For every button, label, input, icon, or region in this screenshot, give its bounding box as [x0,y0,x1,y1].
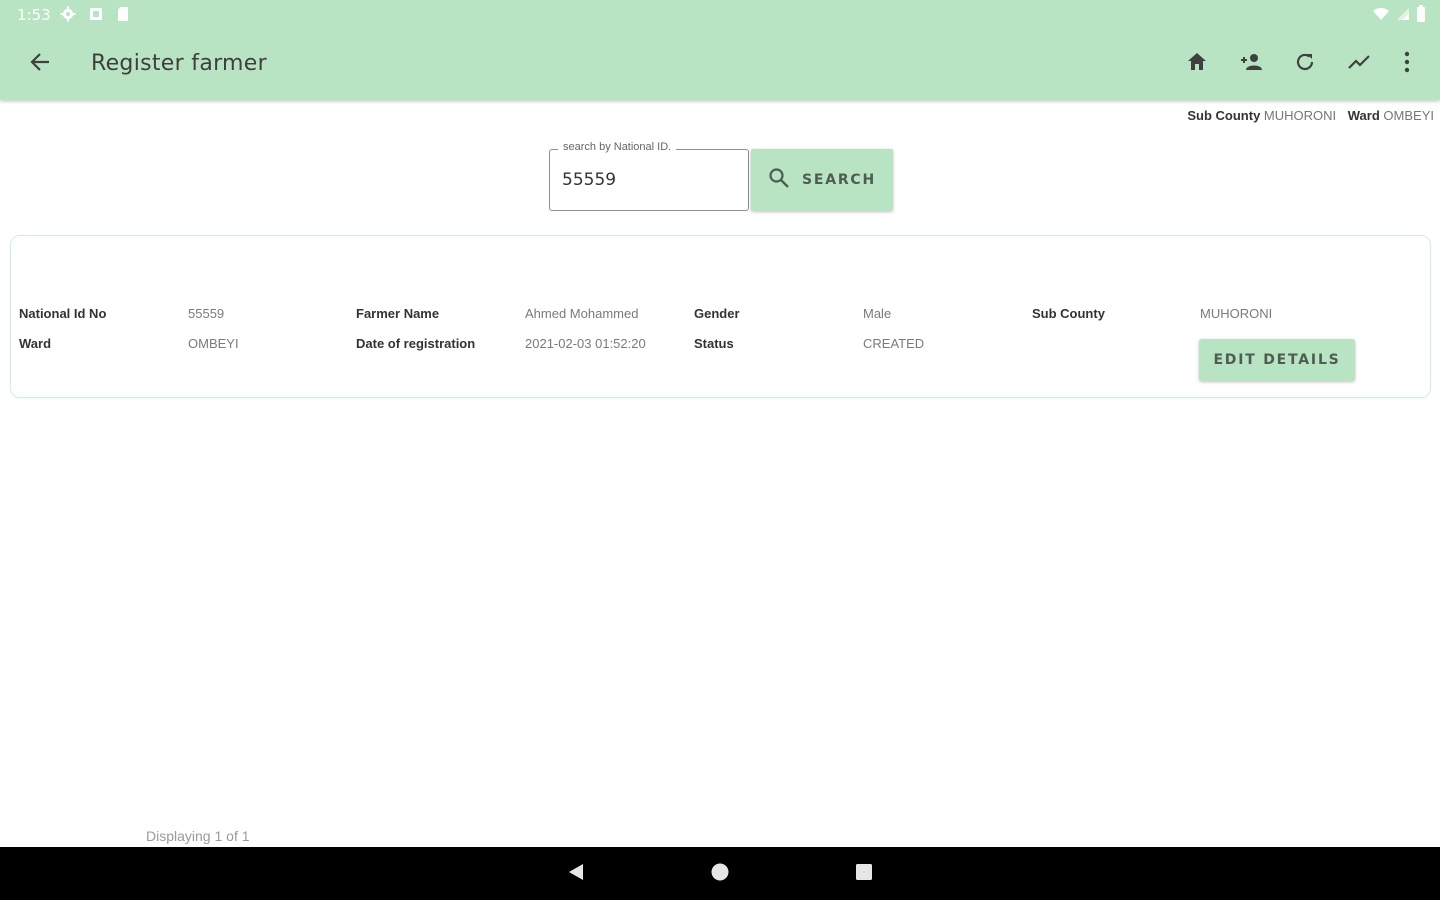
refresh-button[interactable] [1289,48,1321,80]
status-right-icons [1372,5,1426,28]
edit-details-button[interactable]: EDIT DETAILS [1199,339,1355,381]
home-icon [1185,50,1209,79]
pager-text: Displaying 1 of 1 [146,828,250,844]
edit-details-label: EDIT DETAILS [1213,352,1341,368]
farmer-name-label: Farmer Name [356,306,440,321]
signal-icon [1396,6,1410,27]
farmer-name-value: Ahmed Mohammed [525,306,639,321]
add-person-icon [1238,50,1264,79]
more-options-button[interactable] [1391,48,1423,80]
search-field-label: search by National ID. [558,141,677,153]
home-button[interactable] [1181,48,1213,80]
national-id-label: National Id No [19,306,107,321]
back-triangle-icon [566,862,586,887]
gender-label: Gender [694,306,740,321]
status-value: CREATED [863,336,925,351]
search-icon [768,167,790,194]
location-sub-county-value: MUHORONI [1263,108,1337,123]
location-ward-label: Ward [1347,108,1380,123]
wifi-icon [1372,6,1390,27]
trending-icon [1347,50,1371,79]
recents-square-icon [854,862,874,887]
nav-back-button[interactable] [563,861,589,887]
registration-date-value: 2021-02-03 01:52:20 [525,336,646,351]
arrow-back-icon [29,51,51,78]
national-id-value: 55559 [188,306,225,321]
sub-county-value: MUHORONI [1200,306,1273,321]
status-bar: 1:53 [0,0,1440,28]
sub-county-label: Sub County [1032,306,1105,321]
search-button-label: SEARCH [801,172,877,188]
refresh-icon [1293,50,1317,79]
location-ward-value: OMBEYI [1383,108,1434,123]
status-label: Status [694,336,734,351]
farmer-card: National Id No 55559 Farmer Name Ahmed M… [10,235,1431,398]
page-title: Register farmer [91,51,267,76]
add-farmer-button[interactable] [1235,48,1267,80]
settings-icon [60,6,76,22]
search-field[interactable]: search by National ID. [549,141,749,211]
ward-label: Ward [19,336,52,351]
home-circle-icon [710,862,730,887]
app-bar: Register farmer [0,28,1440,100]
search-input[interactable] [562,170,738,190]
top-bar: 1:53 Register farmer [0,0,1440,100]
ward-value: OMBEYI [188,336,239,351]
sd-card-icon [115,6,131,22]
search-button[interactable]: SEARCH [751,149,893,211]
location-sub-county-label: Sub County [1187,108,1261,123]
nav-home-button[interactable] [707,861,733,887]
location-summary: Sub County MUHORONI Ward OMBEYI [1187,108,1434,123]
registration-date-label: Date of registration [356,336,476,351]
more-vert-icon [1403,51,1411,78]
gender-value: Male [863,306,892,321]
navigation-bar [0,847,1440,900]
nav-recents-button[interactable] [851,861,877,887]
back-button[interactable] [24,48,56,80]
battery-icon [1416,5,1426,28]
status-time: 1:53 [17,6,51,24]
sim-icon [88,6,104,22]
statistics-button[interactable] [1343,48,1375,80]
